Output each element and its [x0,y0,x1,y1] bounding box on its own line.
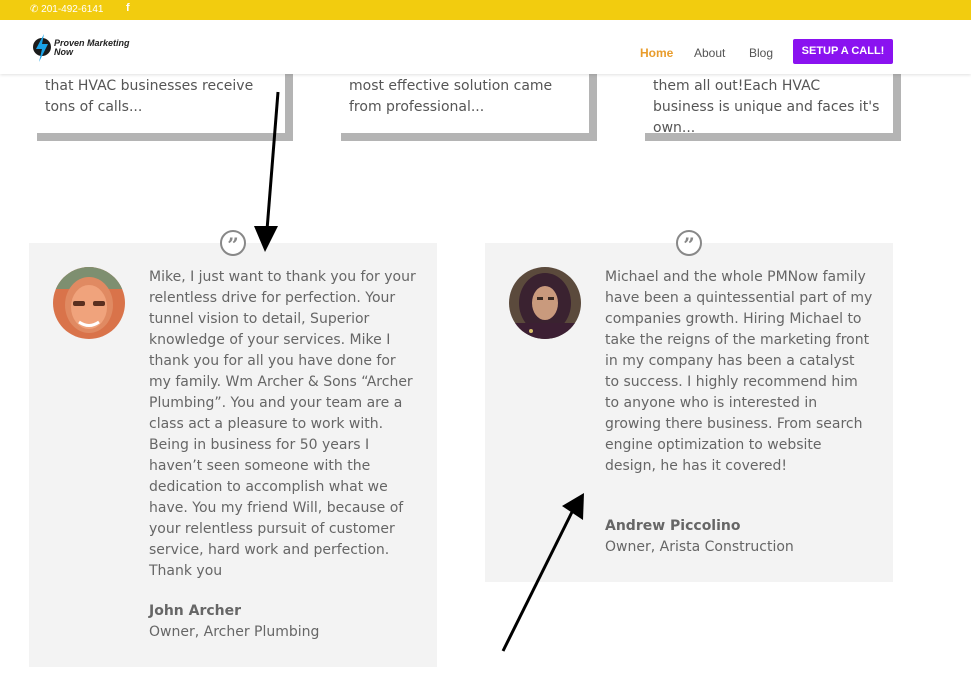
testimonial-role: Owner, Archer Plumbing [149,624,320,640]
lightning-bolt-icon [33,34,51,62]
card-excerpt: that HVAC businesses receive tons of cal… [45,78,254,115]
testimonial-quote: Mike, I just want to thank you for your … [149,269,416,579]
top-bar: ✆ 201-492-6141 f [0,0,971,20]
quote-icon: ” [220,230,246,257]
testimonial-role: Owner, Arista Construction [605,539,794,555]
phone-number: 201-492-6141 [41,4,104,15]
card-excerpt: most effective solution came from profes… [349,78,553,115]
phone-link[interactable]: ✆ 201-492-6141 [30,4,103,15]
testimonial-quote: Michael and the whole PMNow family have … [605,269,873,474]
logo-text: Proven Marketing Now [54,38,130,57]
facebook-icon[interactable]: f [126,2,130,14]
nav-home[interactable]: Home [640,46,673,60]
site-header: Proven Marketing Now Home About Blog SET… [0,20,971,74]
testimonial-card: Mike, I just want to thank you for your … [29,243,437,667]
avatar [53,267,125,339]
nav-about[interactable]: About [694,46,725,60]
card-excerpt: them all out!Each HVAC business is uniqu… [653,78,880,136]
setup-call-button[interactable]: SETUP A CALL! [793,39,893,64]
avatar [509,267,581,339]
testimonial-author: John Archer [149,603,242,619]
quote-icon: ” [676,230,702,257]
nav-blog[interactable]: Blog [749,46,773,60]
testimonial-author: Andrew Piccolino [605,518,741,534]
testimonial-card: Michael and the whole PMNow family have … [485,243,893,582]
site-logo[interactable]: Proven Marketing Now [32,33,132,63]
